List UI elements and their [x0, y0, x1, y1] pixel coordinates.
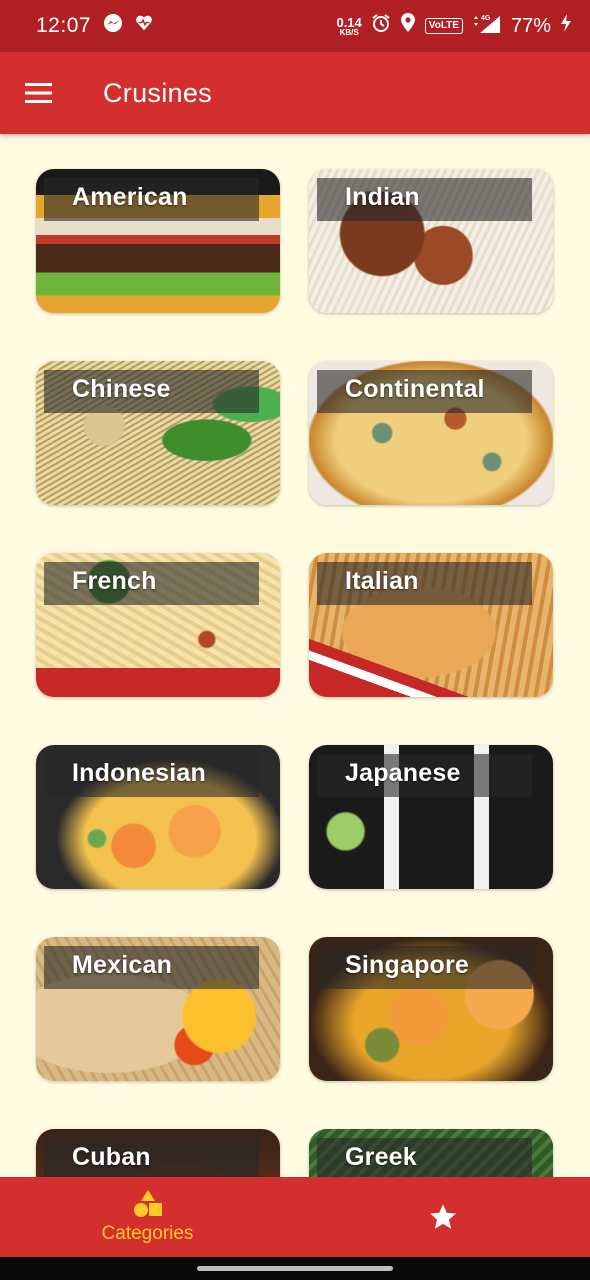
- network-speed: 0.14 KB/S: [336, 14, 362, 37]
- home-indicator[interactable]: [197, 1266, 393, 1271]
- star-icon: [429, 1204, 456, 1229]
- status-time: 12:07: [36, 14, 92, 37]
- category-card-singapore[interactable]: Singapore: [309, 937, 553, 1081]
- category-label: Mexican: [72, 951, 173, 979]
- category-card-japanese[interactable]: Japanese: [309, 745, 553, 889]
- category-label: Greek: [345, 1143, 417, 1171]
- category-label: Cuban: [72, 1143, 151, 1171]
- category-card-mexican[interactable]: Mexican: [36, 937, 280, 1081]
- app-bar: Crusines: [0, 52, 590, 134]
- category-card-italian[interactable]: Italian: [309, 553, 553, 697]
- category-label: Continental: [345, 375, 485, 403]
- category-label: French: [72, 567, 157, 595]
- volte-badge: VoLTE: [424, 18, 463, 34]
- nav-tab-label: Categories: [101, 1223, 194, 1244]
- category-label: American: [72, 183, 188, 211]
- category-label: Indian: [345, 183, 420, 211]
- messenger-icon: [103, 13, 123, 39]
- category-card-continental[interactable]: Continental: [309, 361, 553, 505]
- network-type-label: 4G: [481, 15, 491, 22]
- app-screen: 12:07 0.14 KB/S VoLTE 4G 77% Crusines Am…: [0, 0, 590, 1280]
- category-grid: American Indian Chinese Continental Fren…: [0, 134, 590, 1177]
- category-label: Italian: [345, 567, 419, 595]
- location-icon: [400, 13, 416, 39]
- category-card-cuban[interactable]: Cuban: [36, 1129, 280, 1177]
- category-label: Japanese: [345, 759, 461, 787]
- heart-pulse-icon: [135, 14, 153, 38]
- category-card-american[interactable]: American: [36, 169, 280, 313]
- category-label: Indonesian: [72, 759, 206, 787]
- battery-level: 77%: [510, 14, 551, 37]
- signal-icon: 4G: [472, 12, 502, 40]
- category-card-greek[interactable]: Greek: [309, 1129, 553, 1177]
- menu-button[interactable]: [0, 52, 80, 134]
- charging-icon: [560, 13, 572, 39]
- nav-tab-favorites[interactable]: [295, 1177, 590, 1257]
- category-card-chinese[interactable]: Chinese: [36, 361, 280, 505]
- status-bar: 12:07 0.14 KB/S VoLTE 4G 77%: [0, 0, 590, 52]
- category-card-indonesian[interactable]: Indonesian: [36, 745, 280, 889]
- alarm-icon: [371, 13, 391, 39]
- bottom-navigation: Categories: [0, 1177, 590, 1257]
- hamburger-menu-icon: [25, 83, 52, 103]
- category-label: Singapore: [345, 951, 470, 979]
- category-label: Chinese: [72, 375, 171, 403]
- category-card-indian[interactable]: Indian: [309, 169, 553, 313]
- gesture-bar: [0, 1257, 590, 1280]
- nav-tab-categories[interactable]: Categories: [0, 1177, 295, 1257]
- category-card-french[interactable]: French: [36, 553, 280, 697]
- page-title: Crusines: [103, 77, 212, 108]
- shapes-icon: [133, 1190, 162, 1217]
